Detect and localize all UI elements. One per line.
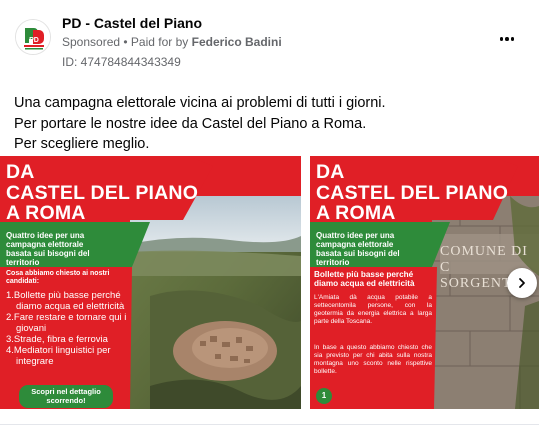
slide-1-green-box: Quattro idee per una campagna elettorale…	[6, 231, 136, 267]
headline-line: A ROMA	[316, 202, 396, 224]
green-box-line: territorio	[6, 258, 40, 267]
post-text-line: Per portare le nostre idee da Castel del…	[14, 115, 367, 132]
slide-1-question: Cosa abbiamo chiesto ai nostri candidati…	[6, 270, 131, 286]
cta-line: scorrendo!	[46, 395, 86, 405]
card-divider	[0, 424, 539, 425]
green-box-line: campagna elettorale	[6, 240, 84, 249]
more-dots-icon[interactable]	[497, 32, 517, 46]
slide-1-headline: DA CASTEL DEL PIANO A ROMA	[6, 162, 198, 224]
post-text: Una campagna elettorale vicina ai proble…	[14, 93, 514, 155]
slide-2-idea-title: Bollette più basse perché diamo acqua ed…	[314, 270, 434, 288]
slide-2-number-badge: 1	[316, 388, 332, 404]
ad-id: ID: 474784844343349	[62, 55, 181, 69]
post-text-line: Una campagna elettorale vicina ai proble…	[14, 95, 386, 111]
carousel-next-button[interactable]	[507, 268, 537, 298]
headline-line: CASTEL DEL PIANO	[6, 181, 199, 204]
idea-title-line: diamo acqua ed elettricità	[314, 279, 415, 289]
green-box-line: Quattro idee per una	[316, 231, 395, 240]
logo-letters: PD	[29, 37, 39, 44]
chevron-right-icon	[519, 278, 525, 288]
headline-line: DA	[6, 161, 35, 183]
slide-2-headline: DA CASTEL DEL PIANO A ROMA	[316, 162, 508, 224]
slide-2-paragraph-2: In base a questo abbiamo chiesto che sia…	[314, 344, 432, 375]
carousel-slide-1[interactable]: DA CASTEL DEL PIANO A ROMA Quattro idee …	[0, 156, 301, 409]
post-text-line: Per scegliere meglio.	[14, 136, 150, 152]
paid-for-prefix: • Paid for by	[123, 35, 189, 49]
slide-1-cta-pill: Scopri nel dettaglio scorrendo!	[19, 385, 113, 408]
page-avatar[interactable]: PD	[15, 19, 51, 55]
list-item: 2.Fare restare e tornare qui i giovani	[6, 312, 127, 334]
payer-name[interactable]: Federico Badini	[192, 35, 282, 49]
green-box-line: territorio	[316, 258, 350, 267]
pd-logo-icon: PD	[16, 20, 50, 54]
sponsored-label: Sponsored	[62, 35, 121, 49]
carousel-slide-2[interactable]: COMUNE DI C SORGENT DA CASTEL DEL PIANO …	[310, 156, 539, 409]
slide-1-idea-list: 1.Bollette più basse perché diamo acqua …	[6, 290, 130, 367]
page-name-link[interactable]: PD - Castel del Piano	[62, 15, 202, 31]
headline-line: A ROMA	[6, 202, 86, 224]
headline-line: CASTEL DEL PIANO	[316, 181, 509, 204]
question-line: Cosa abbiamo chiesto ai nostri	[6, 270, 110, 277]
green-box-line: Quattro idee per una	[6, 231, 85, 240]
slide-2-paragraph-1: L'Amiata dà acqua potabile a settecentom…	[314, 294, 432, 325]
sponsored-line: Sponsored • Paid for by Federico Badini	[62, 35, 282, 49]
slide-2-green-box: Quattro idee per una campagna elettorale…	[316, 231, 441, 267]
list-item: 4.Mediatori linguistici per integrare	[6, 345, 111, 367]
green-box-line: basata sui bisogni del	[6, 249, 90, 258]
headline-line: DA	[316, 161, 345, 183]
green-box-line: basata sui bisogni del	[316, 249, 400, 258]
idea-title-line: Bollette più basse perché	[314, 270, 414, 279]
ad-post-card: PD PD - Castel del Piano Sponsored • Pai…	[0, 0, 539, 432]
question-line: candidati:	[6, 278, 40, 285]
list-item: 1.Bollette più basse perché diamo acqua …	[6, 290, 125, 312]
green-box-line: campagna elettorale	[316, 240, 394, 249]
list-item: 3.Strade, fibra e ferrovia	[6, 334, 108, 345]
